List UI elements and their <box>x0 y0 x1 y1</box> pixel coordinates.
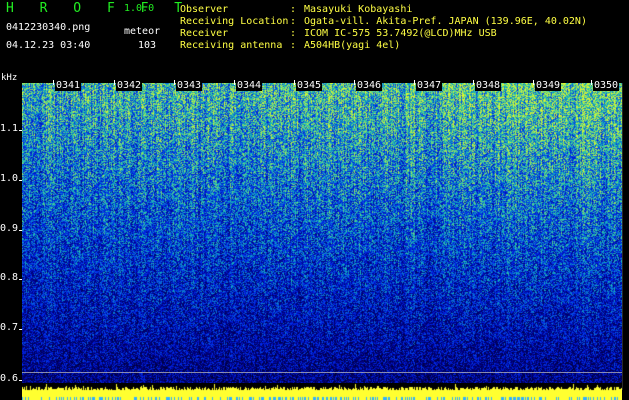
info-label: Receiving antenna <box>180 40 283 51</box>
app-version: 1.0.0 <box>124 3 155 14</box>
time-tick-mark <box>114 80 115 85</box>
time-tick-label: 0344 <box>236 80 263 91</box>
y-tick-label: 0.7 <box>0 322 19 333</box>
y-tick-label: 0.8 <box>0 272 19 283</box>
time-tick-label: 0343 <box>176 80 203 91</box>
info-separator: : <box>290 40 297 51</box>
signal-level-bar <box>22 383 622 400</box>
y-tick-label: 0.6 <box>0 373 19 384</box>
detection-mode: meteor <box>124 26 161 37</box>
observation-datetime: 04.12.23 03:40 <box>6 40 91 51</box>
info-value: A504HB(yagi 4el) <box>304 40 401 51</box>
time-tick-mark <box>414 80 415 85</box>
info-separator: : <box>290 28 297 39</box>
info-receiver: Receiver: ICOM IC-575 53.7492(@LCD)MHz US… <box>180 28 497 39</box>
y-tick-label: 1.0 <box>0 173 19 184</box>
y-tick-label: 1.1 <box>0 123 19 134</box>
time-tick-mark <box>53 80 54 85</box>
y-tick-mark <box>19 329 22 330</box>
info-separator: : <box>290 4 297 15</box>
meteor-count: 103 <box>138 40 157 51</box>
time-tick-label: 0348 <box>475 80 502 91</box>
time-tick-mark <box>473 80 474 85</box>
time-tick-mark <box>234 80 235 85</box>
info-value: ICOM IC-575 53.7492(@LCD)MHz USB <box>304 28 497 39</box>
y-tick-mark <box>19 130 22 131</box>
time-tick-label: 0347 <box>416 80 443 91</box>
y-tick-mark <box>19 380 22 381</box>
time-tick-label: 0350 <box>593 80 620 91</box>
info-label: Receiving Location <box>180 16 289 27</box>
time-tick-mark <box>354 80 355 85</box>
info-location: Receiving Location: Ogata-vill. Akita-Pre… <box>180 16 587 27</box>
y-axis-unit: kHz <box>1 73 18 83</box>
app-title: H R O F F T <box>6 1 192 16</box>
spectrogram <box>22 83 622 390</box>
time-tick-label: 0349 <box>535 80 562 91</box>
time-tick-mark <box>294 80 295 85</box>
y-tick-mark <box>19 180 22 181</box>
info-value: Ogata-vill. Akita-Pref. JAPAN (139.96E, … <box>304 16 587 27</box>
time-tick-mark <box>533 80 534 85</box>
time-tick-label: 0341 <box>55 80 82 91</box>
time-tick-mark <box>591 80 592 85</box>
y-tick-mark <box>19 230 22 231</box>
info-separator: : <box>290 16 297 27</box>
time-tick-label: 0345 <box>296 80 323 91</box>
baseline-line <box>22 372 622 373</box>
time-tick-label: 0342 <box>116 80 143 91</box>
spectrogram-right-edge <box>622 83 623 390</box>
info-label: Observer <box>180 4 229 15</box>
info-antenna: Receiving antenna: A504HB(yagi 4el) <box>180 40 400 51</box>
y-tick-label: 0.9 <box>0 223 19 234</box>
time-tick-label: 0346 <box>356 80 383 91</box>
info-label: Receiver <box>180 28 229 39</box>
time-tick-mark <box>174 80 175 85</box>
image-filename: 0412230340.png <box>6 22 91 33</box>
header-panel: H R O F F T 1.0.0 0412230340.png meteor … <box>0 0 629 78</box>
info-observer: Observer: Masayuki Kobayashi <box>180 4 412 15</box>
info-value: Masayuki Kobayashi <box>304 4 413 15</box>
y-tick-mark <box>19 279 22 280</box>
